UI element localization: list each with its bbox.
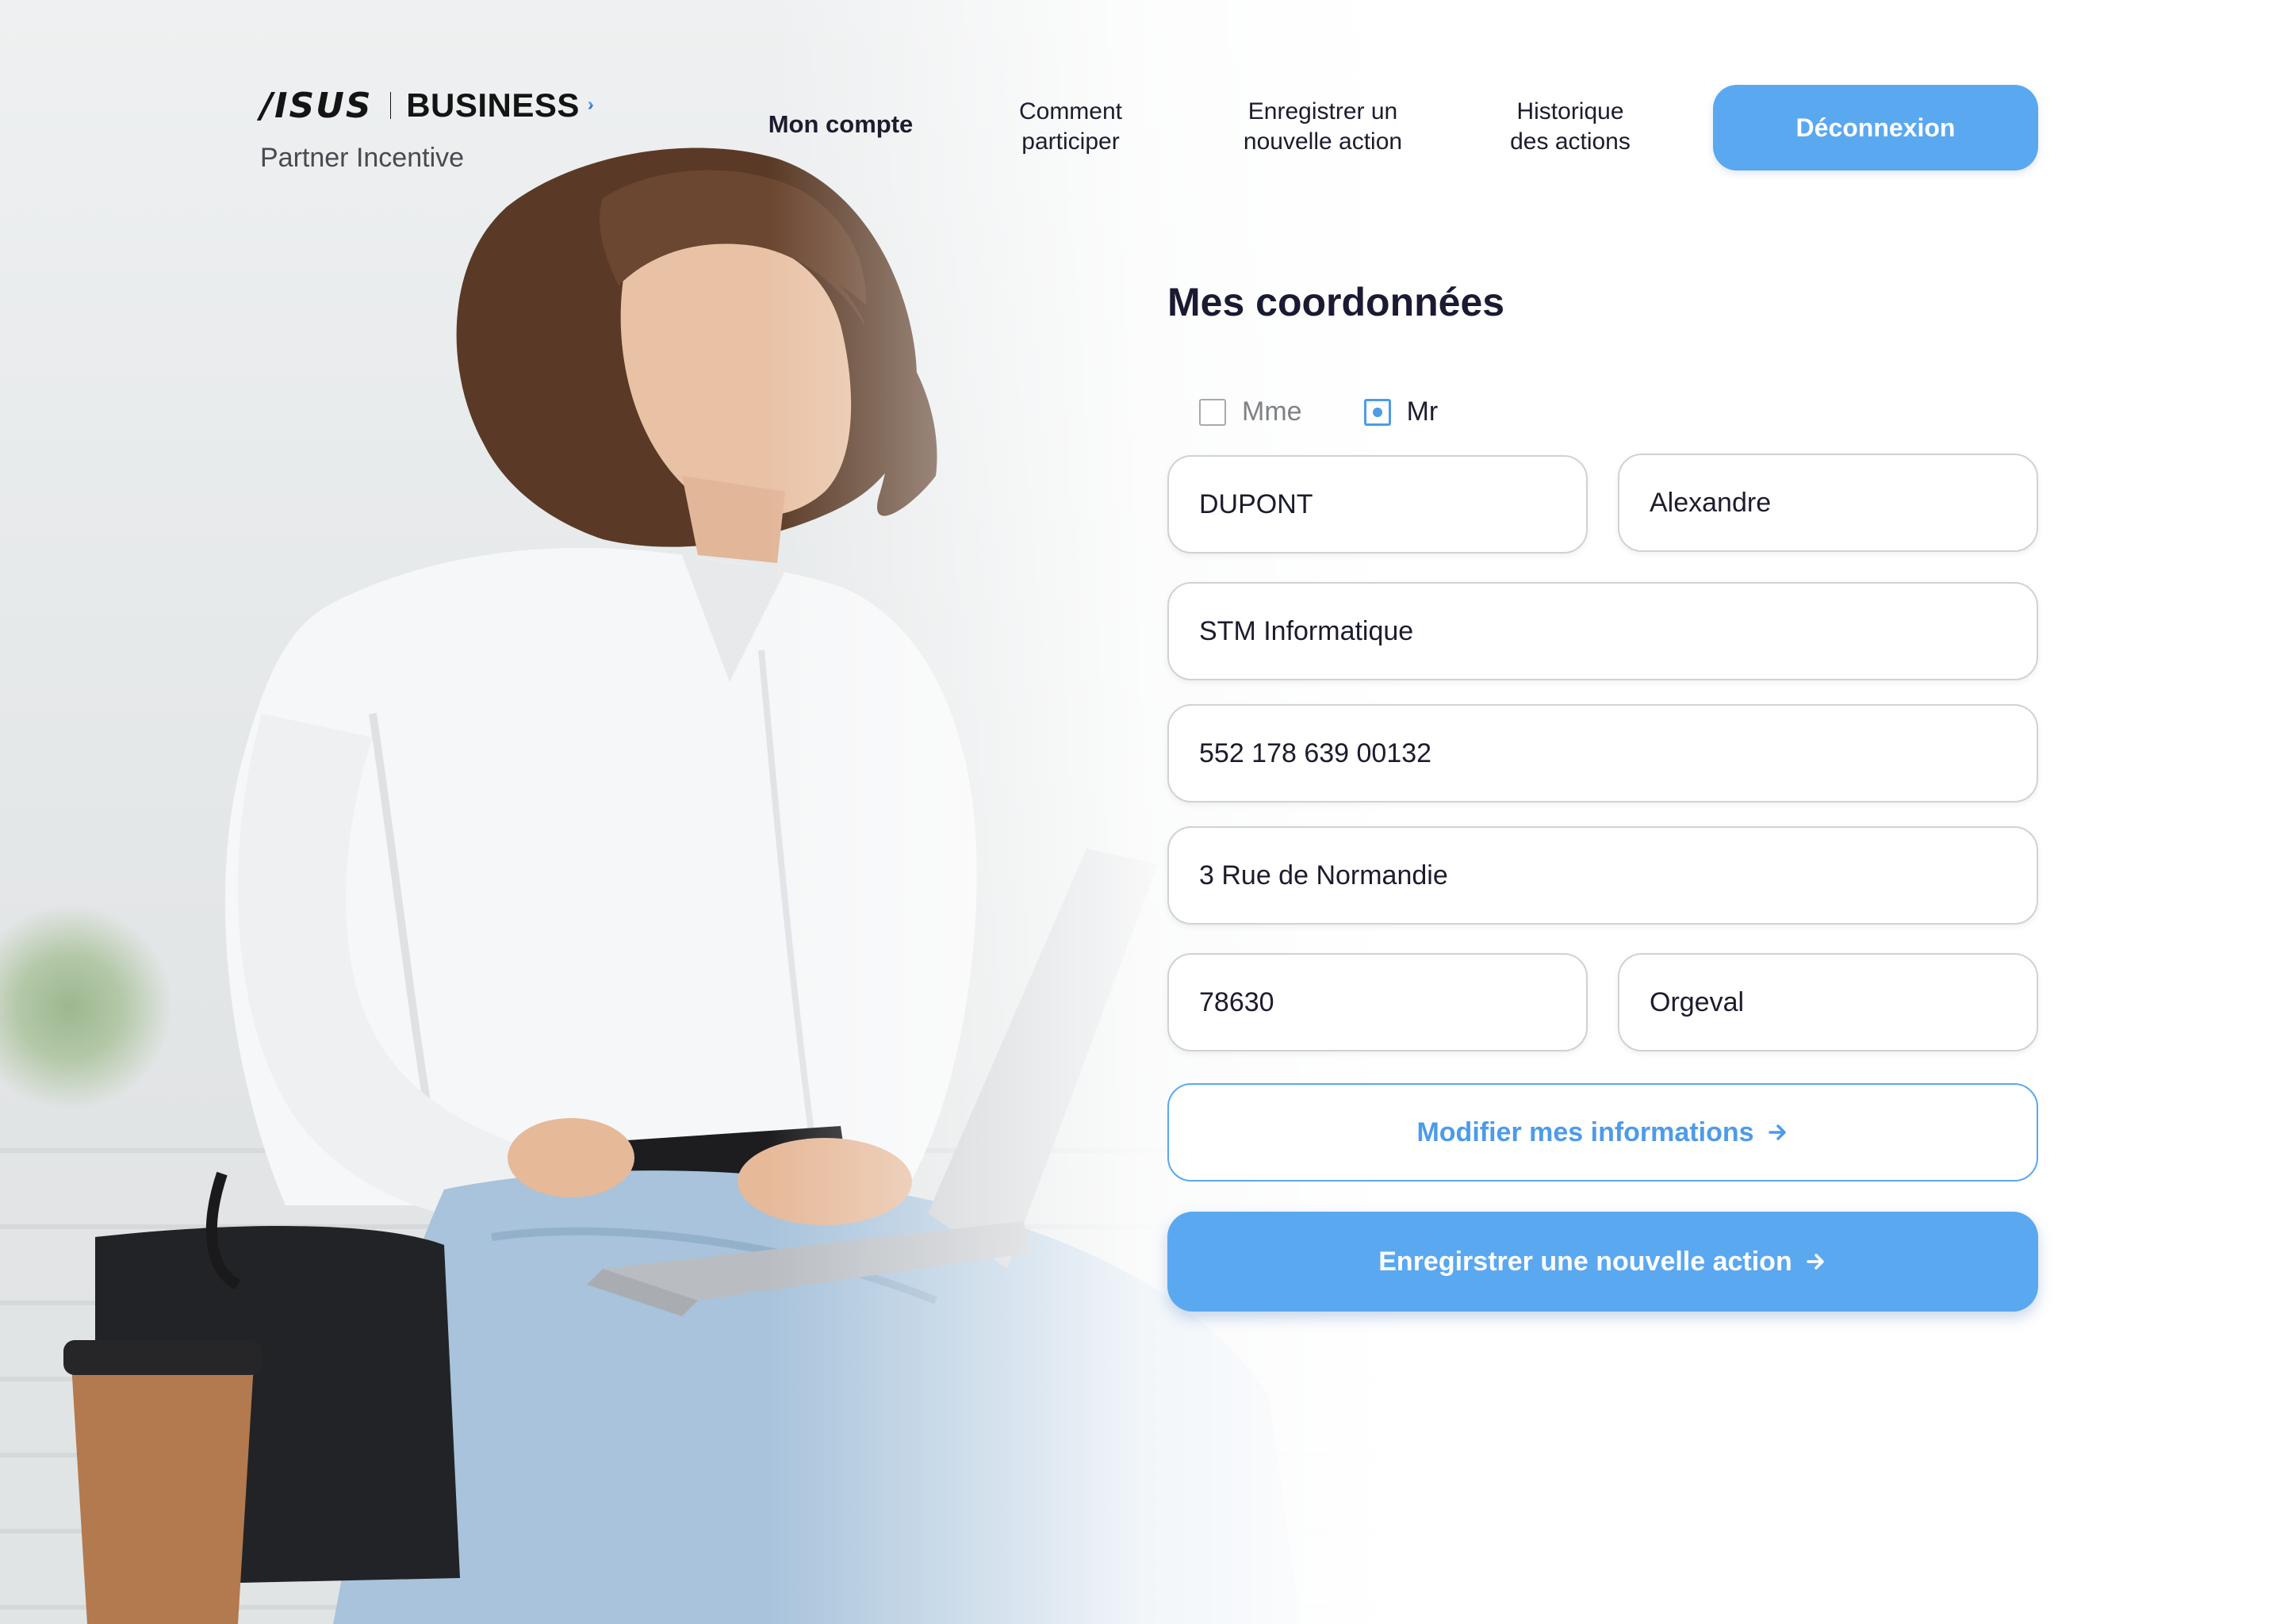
address-input[interactable]: [1199, 860, 2037, 891]
nav-item-mon-compte[interactable]: Mon compte: [745, 109, 936, 140]
civility-group: Mme Mr: [1199, 396, 1438, 427]
city-field[interactable]: [1618, 953, 2038, 1051]
civility-label-mme: Mme: [1242, 396, 1302, 427]
first-name-field[interactable]: [1618, 454, 2038, 552]
checkbox-icon[interactable]: [1199, 398, 1226, 426]
siret-field[interactable]: [1167, 704, 2038, 802]
last-name-input[interactable]: [1199, 488, 1586, 520]
brand-logo[interactable]: /ISUS BUSINESS Partner Incentive: [260, 79, 593, 174]
address-field[interactable]: [1167, 826, 2038, 925]
siret-input[interactable]: [1199, 737, 2037, 769]
new-action-button[interactable]: Enregirstrer une nouvelle action: [1167, 1212, 2038, 1312]
nav-item-comment-participer[interactable]: Comment participer: [983, 97, 1158, 157]
asus-logo-mark: /ISUS: [260, 85, 373, 126]
arrow-right-icon: [1806, 1254, 1824, 1270]
radio-selected-icon[interactable]: [1363, 398, 1391, 426]
nav-item-label: des actions: [1510, 128, 1631, 155]
nav-item-label: Comment: [1018, 98, 1123, 124]
nav-item-label: participer: [1021, 128, 1120, 155]
brand-subtitle: Partner Incentive: [260, 143, 465, 173]
nav-item-historique[interactable]: Historique des actions: [1475, 97, 1665, 157]
hero-photo: [0, 0, 1396, 1624]
hero-fade-overlay: [0, 0, 1396, 1624]
edit-info-label: Modifier mes informations: [1416, 1116, 1754, 1147]
city-input[interactable]: [1650, 986, 2037, 1018]
chevron-right-icon: [588, 102, 593, 109]
civility-option-mme[interactable]: Mme: [1199, 396, 1302, 427]
nav-item-label: nouvelle action: [1243, 128, 1403, 155]
edit-info-button[interactable]: Modifier mes informations: [1167, 1083, 2038, 1182]
nav-item-label: Mon compte: [768, 110, 914, 138]
logo-business-text: BUSINESS: [406, 86, 580, 124]
civility-option-mr[interactable]: Mr: [1363, 396, 1439, 427]
new-action-label: Enregirstrer une nouvelle action: [1378, 1246, 1792, 1277]
nav-item-label: Historique: [1516, 98, 1624, 124]
postal-code-input[interactable]: [1199, 986, 1586, 1018]
last-name-field[interactable]: [1167, 455, 1588, 553]
company-field[interactable]: [1167, 582, 2038, 680]
logo-separator: [389, 92, 391, 119]
nav-item-enregistrer-action[interactable]: Enregistrer un nouvelle action: [1212, 97, 1434, 157]
civility-label-mr: Mr: [1406, 396, 1439, 427]
arrow-right-icon: [1768, 1124, 1786, 1140]
page-title: Mes coordonnées: [1167, 280, 1505, 324]
company-input[interactable]: [1199, 615, 2037, 647]
logout-button[interactable]: Déconnexion: [1713, 85, 2038, 170]
postal-code-field[interactable]: [1167, 953, 1588, 1051]
first-name-input[interactable]: [1650, 487, 2037, 519]
nav-item-label: Enregistrer un: [1247, 98, 1398, 124]
